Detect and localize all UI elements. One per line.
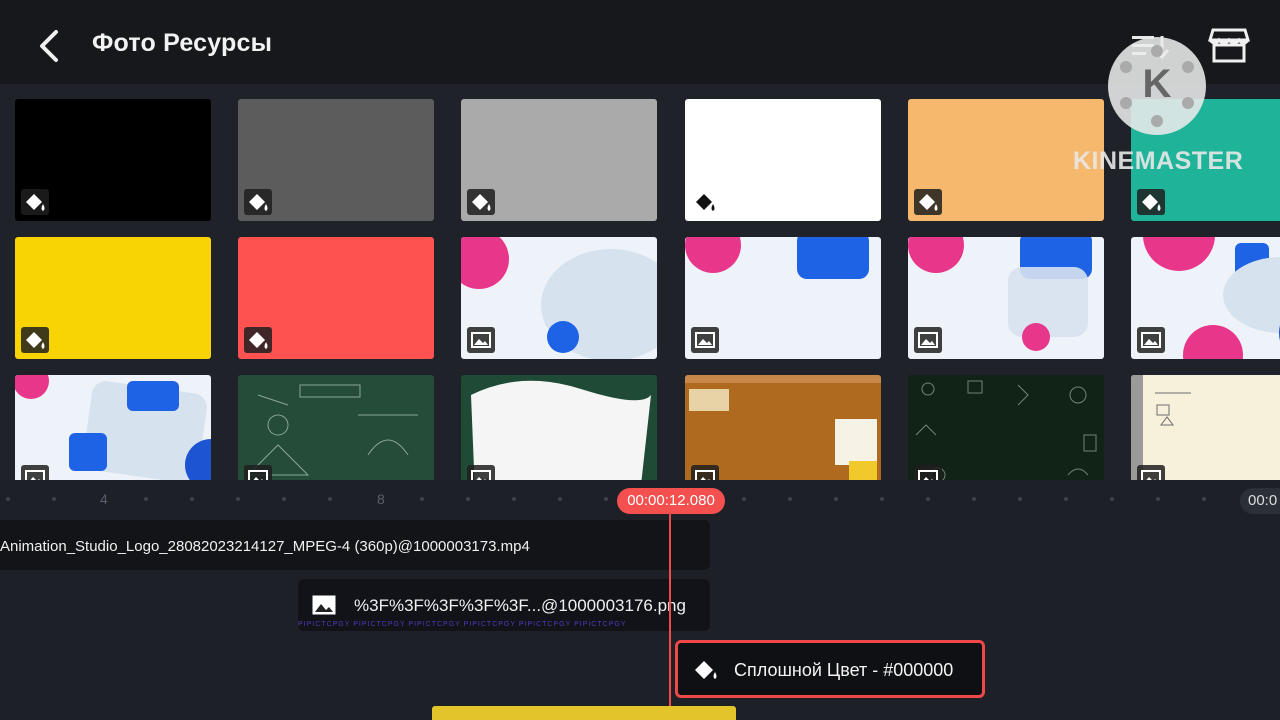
ruler-tick	[52, 497, 56, 501]
paint-bucket-icon	[695, 661, 717, 679]
top-bar: Фото Ресурсы	[0, 0, 1280, 84]
color-tile[interactable]	[15, 99, 211, 221]
image-tile[interactable]	[685, 237, 881, 359]
color-tile[interactable]	[238, 237, 434, 359]
ruler-label: 8	[377, 491, 385, 507]
ruler-tick	[604, 497, 608, 501]
ruler-tick	[328, 497, 332, 501]
chevron-left-icon	[40, 30, 58, 62]
image-icon	[467, 327, 495, 353]
image-icon	[312, 595, 336, 615]
ruler-tick	[1064, 497, 1068, 501]
paint-bucket-icon	[691, 189, 719, 215]
ruler-tick	[1018, 497, 1022, 501]
image-tile[interactable]	[908, 375, 1104, 480]
watermark-text: KINEMASTER	[1073, 147, 1244, 175]
clip-thumbnail-strip: PIPICTCPGY PIPICTCPGY PIPICTCPGY PIPICTC…	[298, 621, 627, 628]
image-tile[interactable]	[1131, 237, 1280, 359]
image-clip-label: %3F%3F%3F%3F%3F...@1000003176.png	[354, 596, 686, 615]
ruler-tick	[1156, 497, 1160, 501]
video-clip-label: Animation_Studio_Logo_28082023214127_MPE…	[0, 538, 530, 555]
ruler-tick	[558, 497, 562, 501]
ruler-tick	[926, 497, 930, 501]
ruler-tick	[788, 497, 792, 501]
asset-grid	[0, 84, 1280, 480]
svg-text:K: K	[1143, 62, 1172, 106]
ruler-tick	[880, 497, 884, 501]
image-icon	[1137, 465, 1165, 480]
playhead[interactable]	[669, 512, 671, 720]
ruler-tick	[1202, 497, 1206, 501]
image-tile[interactable]	[238, 375, 434, 480]
paint-bucket-icon	[1137, 189, 1165, 215]
timeline-panel[interactable]: 4 8 00:00:12.080 00:0 Animation_Studio_L…	[0, 480, 1280, 720]
paint-bucket-icon	[21, 189, 49, 215]
image-icon	[914, 327, 942, 353]
video-clip[interactable]: Animation_Studio_Logo_28082023214127_MPE…	[0, 520, 710, 570]
ruler-tick	[834, 497, 838, 501]
ruler-tick	[420, 497, 424, 501]
paint-bucket-icon	[914, 189, 942, 215]
ruler-tick	[144, 497, 148, 501]
image-tile[interactable]	[15, 375, 211, 480]
page-title: Фото Ресурсы	[92, 29, 273, 57]
image-icon	[21, 465, 49, 480]
paint-bucket-icon	[244, 189, 272, 215]
paint-bucket-icon	[467, 189, 495, 215]
image-tile[interactable]	[908, 237, 1104, 359]
image-icon	[914, 465, 942, 480]
solid-color-clip-label: Сплошной Цвет - #000000	[734, 660, 954, 680]
store-button[interactable]	[1207, 26, 1251, 64]
kinemaster-logo: K	[1108, 37, 1206, 135]
ruler-tick	[742, 497, 746, 501]
image-icon	[691, 465, 719, 480]
color-tile[interactable]	[685, 99, 881, 221]
image-icon	[244, 465, 272, 480]
image-tile[interactable]	[461, 237, 657, 359]
image-tile[interactable]	[685, 375, 881, 480]
color-tile[interactable]	[15, 237, 211, 359]
image-icon	[467, 465, 495, 480]
ruler-tick	[282, 497, 286, 501]
image-clip[interactable]: %3F%3F%3F%3F%3F...@1000003176.png PIPICT…	[298, 579, 710, 631]
color-tile[interactable]	[461, 99, 657, 221]
solid-color-clip[interactable]: Сплошной Цвет - #000000	[675, 640, 985, 698]
ruler-tick	[466, 497, 470, 501]
paint-bucket-icon	[21, 327, 49, 353]
ruler-tick	[6, 497, 10, 501]
ruler-tick	[512, 497, 516, 501]
current-time-badge: 00:00:12.080	[617, 488, 725, 514]
image-icon	[1137, 327, 1165, 353]
ruler-tick	[1110, 497, 1114, 501]
color-tile[interactable]	[238, 99, 434, 221]
image-tile[interactable]	[461, 375, 657, 480]
store-icon	[1207, 28, 1251, 63]
image-icon	[691, 327, 719, 353]
image-tile[interactable]	[1131, 375, 1280, 480]
end-time-badge: 00:0	[1240, 488, 1280, 514]
audio-track-bar[interactable]	[432, 706, 736, 720]
ruler-tick	[972, 497, 976, 501]
paint-bucket-icon	[244, 327, 272, 353]
ruler-tick	[190, 497, 194, 501]
ruler-label: 4	[100, 491, 108, 507]
ruler-tick	[236, 497, 240, 501]
back-button[interactable]	[30, 22, 70, 70]
